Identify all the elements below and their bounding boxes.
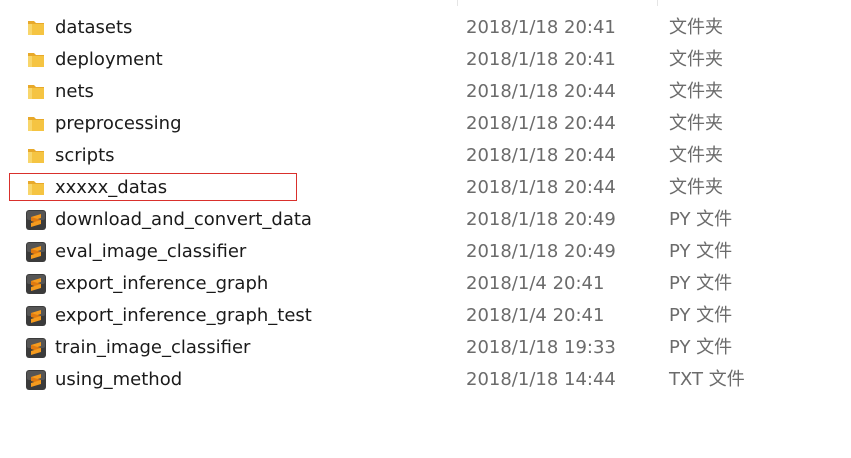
file-row-eval-image-classifier[interactable]: eval_image_classifier 2018/1/18 20:49 PY… bbox=[0, 236, 851, 268]
file-type: 文件夹 bbox=[669, 145, 723, 166]
file-type: PY 文件 bbox=[669, 209, 733, 230]
file-date-modified: 2018/1/18 20:44 bbox=[466, 113, 616, 134]
file-date-modified: 2018/1/18 20:49 bbox=[466, 241, 616, 262]
file-row-using-method[interactable]: using_method 2018/1/18 14:44 TXT 文件 bbox=[0, 364, 851, 396]
file-name: deployment bbox=[55, 49, 163, 70]
file-row-deployment[interactable]: deployment 2018/1/18 20:41 文件夹 bbox=[0, 44, 851, 76]
file-row-export-inference-graph-test[interactable]: export_inference_graph_test 2018/1/4 20:… bbox=[0, 300, 851, 332]
file-name: nets bbox=[55, 81, 94, 102]
file-name: datasets bbox=[55, 17, 133, 38]
file-row-download-and-convert-data[interactable]: download_and_convert_data 2018/1/18 20:4… bbox=[0, 204, 851, 236]
file-row-train-image-classifier[interactable]: train_image_classifier 2018/1/18 19:33 P… bbox=[0, 332, 851, 364]
file-date-modified: 2018/1/18 20:44 bbox=[466, 145, 616, 166]
file-type: 文件夹 bbox=[669, 81, 723, 102]
file-date-modified: 2018/1/18 20:41 bbox=[466, 17, 616, 38]
folder-icon bbox=[25, 113, 47, 135]
sublime-text-file-icon bbox=[25, 337, 47, 359]
sublime-text-file-icon bbox=[25, 241, 47, 263]
file-type: PY 文件 bbox=[669, 305, 733, 326]
file-list: datasets 2018/1/18 20:41 文件夹 deployment … bbox=[0, 12, 851, 396]
folder-icon bbox=[25, 17, 47, 39]
file-type: PY 文件 bbox=[669, 337, 733, 358]
file-date-modified: 2018/1/18 20:41 bbox=[466, 49, 616, 70]
file-name: xxxxx_datas bbox=[55, 177, 168, 198]
file-date-modified: 2018/1/18 20:44 bbox=[466, 81, 616, 102]
file-date-modified: 2018/1/18 20:49 bbox=[466, 209, 616, 230]
file-name: export_inference_graph bbox=[55, 273, 269, 294]
file-name: using_method bbox=[55, 369, 183, 390]
file-row-scripts[interactable]: scripts 2018/1/18 20:44 文件夹 bbox=[0, 140, 851, 172]
file-row-preprocessing[interactable]: preprocessing 2018/1/18 20:44 文件夹 bbox=[0, 108, 851, 140]
file-name: download_and_convert_data bbox=[55, 209, 312, 230]
file-name: preprocessing bbox=[55, 113, 182, 134]
sublime-text-file-icon bbox=[25, 209, 47, 231]
sublime-text-file-icon bbox=[25, 369, 47, 391]
file-name: eval_image_classifier bbox=[55, 241, 247, 262]
file-type: PY 文件 bbox=[669, 241, 733, 262]
folder-icon bbox=[25, 49, 47, 71]
file-type: 文件夹 bbox=[669, 177, 723, 198]
file-type: 文件夹 bbox=[669, 113, 723, 134]
file-type: PY 文件 bbox=[669, 273, 733, 294]
sublime-text-file-icon bbox=[25, 273, 47, 295]
folder-icon bbox=[25, 177, 47, 199]
file-row-xxxxx-datas[interactable]: xxxxx_datas 2018/1/18 20:44 文件夹 bbox=[0, 172, 851, 204]
file-date-modified: 2018/1/18 19:33 bbox=[466, 337, 616, 358]
file-date-modified: 2018/1/18 20:44 bbox=[466, 177, 616, 198]
file-type: 文件夹 bbox=[669, 49, 723, 70]
file-type: 文件夹 bbox=[669, 17, 723, 38]
file-row-nets[interactable]: nets 2018/1/18 20:44 文件夹 bbox=[0, 76, 851, 108]
file-name: scripts bbox=[55, 145, 115, 166]
file-row-datasets[interactable]: datasets 2018/1/18 20:41 文件夹 bbox=[0, 12, 851, 44]
file-date-modified: 2018/1/18 14:44 bbox=[466, 369, 616, 390]
file-date-modified: 2018/1/4 20:41 bbox=[466, 305, 605, 326]
file-date-modified: 2018/1/4 20:41 bbox=[466, 273, 605, 294]
column-divider-type[interactable] bbox=[657, 0, 658, 6]
file-type: TXT 文件 bbox=[669, 369, 745, 390]
folder-icon bbox=[25, 81, 47, 103]
file-name: export_inference_graph_test bbox=[55, 305, 312, 326]
file-name: train_image_classifier bbox=[55, 337, 251, 358]
file-row-export-inference-graph[interactable]: export_inference_graph 2018/1/4 20:41 PY… bbox=[0, 268, 851, 300]
folder-icon bbox=[25, 145, 47, 167]
column-divider-date[interactable] bbox=[457, 0, 458, 6]
sublime-text-file-icon bbox=[25, 305, 47, 327]
